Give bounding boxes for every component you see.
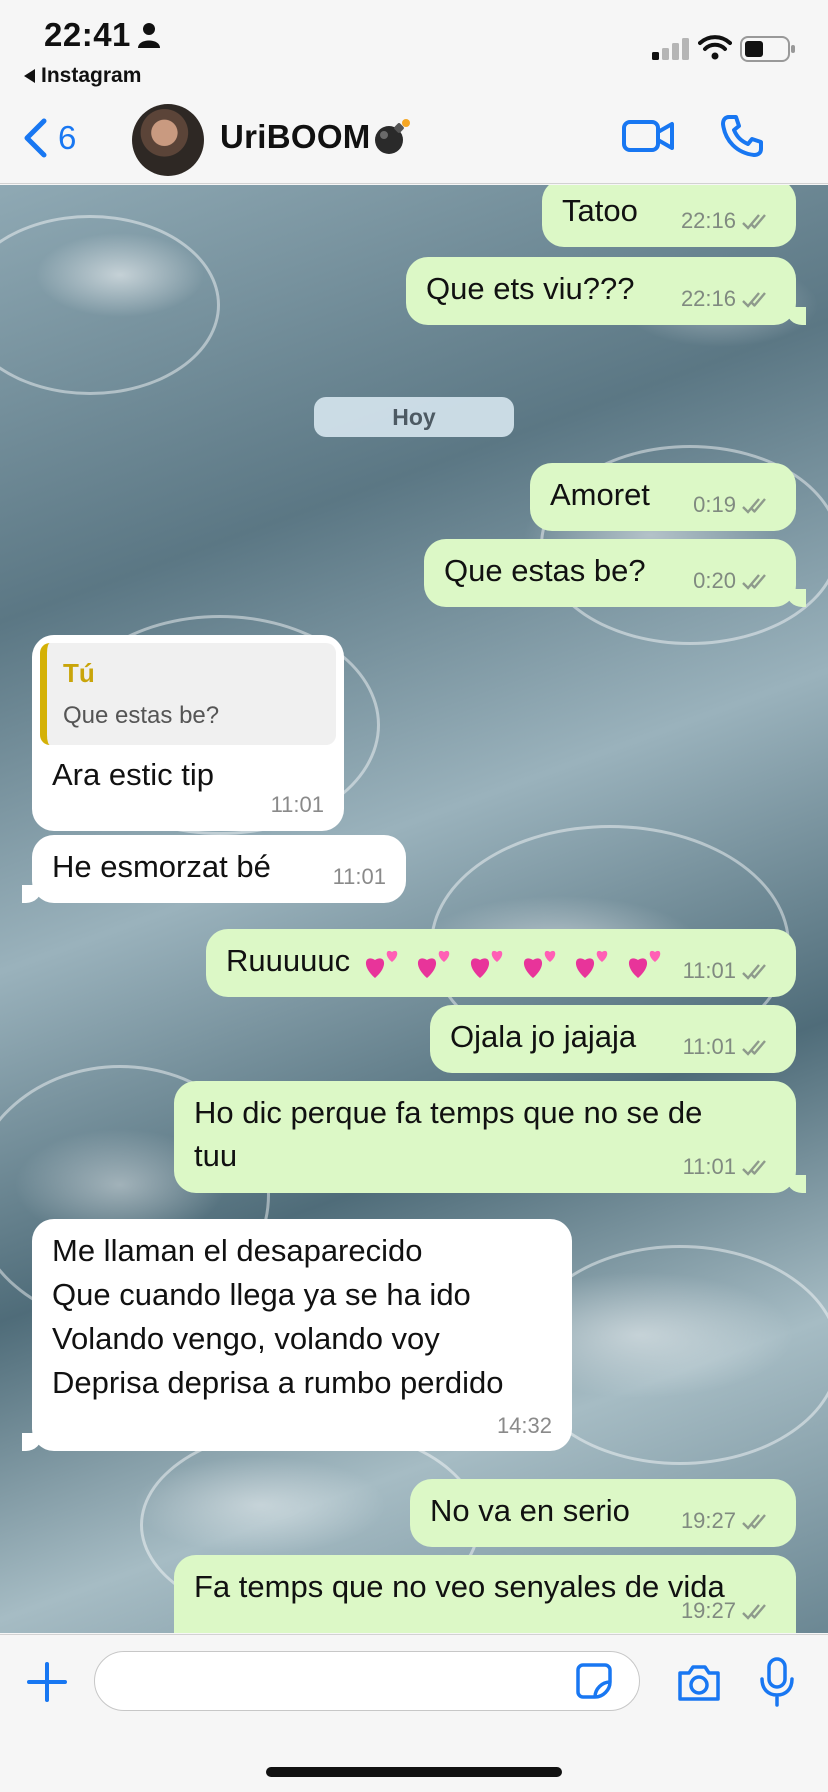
message-time: 11:01 xyxy=(682,1154,736,1180)
read-receipt-icon xyxy=(742,573,766,590)
contact-name-label: UriBOOM xyxy=(220,118,371,155)
read-receipt-icon xyxy=(742,213,766,230)
message-meta: 11:01 xyxy=(683,956,776,987)
two-hearts-icon xyxy=(576,950,608,978)
message-time: 11:01 xyxy=(270,792,324,818)
two-hearts-icon xyxy=(628,950,661,978)
message-text: Tatoo xyxy=(562,193,638,228)
message-input-bar xyxy=(0,1634,828,1792)
message-meta: 22:16 xyxy=(681,206,776,237)
message-time: 11:01 xyxy=(332,864,386,890)
message-text: Ojala jo jajaja xyxy=(450,1019,637,1054)
back-button[interactable]: 6 xyxy=(22,118,76,158)
two-hearts-icon xyxy=(470,950,503,978)
message-bubble[interactable]: Que estas be? 0:20 xyxy=(424,539,806,607)
day-separator: Hoy xyxy=(314,397,514,437)
contact-name[interactable]: UriBOOM xyxy=(220,118,411,156)
message-time: 11:01 xyxy=(682,958,736,984)
battery-icon xyxy=(740,36,795,62)
bomb-icon xyxy=(374,119,410,154)
phone-icon[interactable] xyxy=(720,114,764,158)
quoted-message[interactable]: Tú Que estas be? xyxy=(40,643,336,745)
message-time: 14:32 xyxy=(496,1412,552,1438)
read-receipt-icon xyxy=(742,1513,766,1530)
message-meta: 14:32 xyxy=(497,1410,552,1441)
message-time: 11:01 xyxy=(682,1034,736,1060)
back-app-label: Instagram xyxy=(41,64,142,87)
sticker-icon[interactable] xyxy=(575,1662,613,1700)
message-text: Amoret xyxy=(550,477,650,512)
message-bubble[interactable]: He esmorzat bé 11:01 xyxy=(22,835,406,903)
status-bar: 22:41 Instagram xyxy=(0,0,828,92)
message-meta: 11:01 xyxy=(333,862,386,893)
message-bubble[interactable]: No va en serio 19:27 xyxy=(410,1479,796,1547)
message-meta: 22:16 xyxy=(681,284,776,315)
message-time: 22:16 xyxy=(680,208,736,234)
message-meta: 19:27 xyxy=(681,1506,776,1537)
message-meta: 19:27 xyxy=(681,1596,776,1627)
message-text: Ruuuuuc xyxy=(226,943,351,978)
message-meta: 0:19 xyxy=(693,490,776,521)
video-call-icon[interactable] xyxy=(622,118,674,154)
person-icon xyxy=(138,23,160,48)
emoji-row xyxy=(350,943,666,978)
back-to-app-link[interactable]: Instagram xyxy=(24,64,141,88)
camera-icon[interactable] xyxy=(676,1663,722,1703)
bubble-tail xyxy=(22,885,42,903)
microphone-icon[interactable] xyxy=(758,1657,796,1707)
message-meta: 11:01 xyxy=(683,1032,776,1063)
unread-count: 6 xyxy=(58,119,77,156)
two-hearts-icon xyxy=(365,950,397,978)
bubble-tail xyxy=(786,1175,806,1193)
read-receipt-icon xyxy=(742,1159,766,1176)
message-time: 19:27 xyxy=(680,1598,736,1624)
avatar[interactable] xyxy=(132,104,204,176)
plus-icon[interactable] xyxy=(26,1661,68,1703)
back-triangle-icon xyxy=(24,69,35,83)
message-bubble[interactable]: Ho dic perque fa temps que no se de tuu … xyxy=(174,1081,806,1193)
read-receipt-icon xyxy=(742,291,766,308)
message-time: 19:27 xyxy=(680,1508,736,1534)
read-receipt-icon xyxy=(742,963,766,980)
message-meta: 11:01 xyxy=(683,1152,776,1183)
bubble-tail xyxy=(22,1433,42,1451)
quote-author: Tú xyxy=(63,658,95,688)
message-bubble[interactable]: Ruuuuuc 11:01 xyxy=(206,929,796,997)
two-hearts-icon xyxy=(418,950,450,978)
message-bubble[interactable]: Tatoo 22:16 xyxy=(542,185,796,247)
message-text: Que estas be? xyxy=(444,553,646,588)
message-bubble[interactable]: Fa temps que no veo senyales de vida 19:… xyxy=(174,1555,796,1633)
wallpaper-ripple xyxy=(0,215,220,395)
message-meta: 11:01 xyxy=(271,790,324,821)
message-bubble[interactable]: Tú Que estas be? Ara estic tip 11:01 xyxy=(32,635,344,831)
message-input[interactable] xyxy=(94,1651,640,1711)
message-time: 22:16 xyxy=(680,286,736,312)
message-time: 0:19 xyxy=(693,492,736,518)
home-indicator[interactable] xyxy=(266,1767,562,1777)
quote-text: Que estas be? xyxy=(63,702,220,730)
chat-header: 6 UriBOOM xyxy=(0,92,828,184)
message-text: No va en serio xyxy=(430,1493,630,1528)
status-time: 22:41 xyxy=(44,16,131,53)
message-bubble[interactable]: Amoret 0:19 xyxy=(530,463,796,531)
message-text: Que ets viu??? xyxy=(426,271,635,306)
read-receipt-icon xyxy=(742,1039,766,1056)
wifi-icon xyxy=(698,35,732,60)
message-text: He esmorzat bé xyxy=(52,849,271,884)
message-bubble[interactable]: Ojala jo jajaja 11:01 xyxy=(430,1005,796,1073)
signal-icon xyxy=(652,38,689,60)
message-bubble[interactable]: Me llaman el desaparecido Que cuando lle… xyxy=(22,1219,572,1451)
two-hearts-icon xyxy=(523,950,555,978)
message-text: Ho dic perque fa temps que no se de tuu xyxy=(194,1095,703,1174)
chat-area[interactable]: Tatoo 22:16 Que ets viu??? 22:16 Hoy Amo… xyxy=(0,185,828,1633)
bubble-tail xyxy=(786,307,806,325)
read-receipt-icon xyxy=(742,497,766,514)
message-bubble[interactable]: Que ets viu??? 22:16 xyxy=(406,257,806,325)
read-receipt-icon xyxy=(742,1603,766,1620)
message-time: 0:20 xyxy=(693,568,736,594)
message-meta: 0:20 xyxy=(693,566,776,597)
message-text: Fa temps que no veo senyales de vida xyxy=(194,1569,725,1604)
message-text: Me llaman el desaparecido Que cuando lle… xyxy=(52,1233,504,1401)
back-chevron-icon xyxy=(24,118,47,158)
